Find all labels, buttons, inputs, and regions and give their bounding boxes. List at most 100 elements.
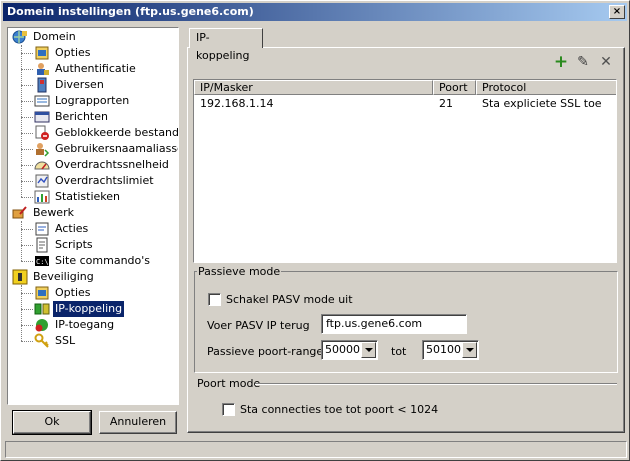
tree-item[interactable]: C:\ Site commando's: [34, 253, 152, 269]
messages-icon: [34, 109, 50, 125]
pasv-ip-label: Voer PASV IP terug: [207, 319, 310, 332]
tree-item-label: Lograpporten: [55, 94, 130, 107]
tree-item-label: Scripts: [55, 238, 93, 251]
authentication-icon: [34, 61, 50, 77]
port-range-from-select[interactable]: 50000: [321, 340, 378, 360]
tree-item[interactable]: Beveiliging: [12, 269, 96, 285]
tab-ip-binding[interactable]: IP-koppeling: [189, 28, 263, 62]
tree-item-label: IP-toegang: [55, 318, 115, 331]
tree-connector: [21, 85, 33, 86]
statistics-icon: [34, 189, 50, 205]
tree-connector: [21, 45, 22, 197]
list-header: IP/Masker Poort Protocol: [194, 80, 616, 95]
allow-low-ports-checkbox[interactable]: [222, 403, 235, 416]
settings-tree: Domein Opties Authentificatie Diversen Logra…: [7, 27, 179, 405]
tree-item[interactable]: Opties: [34, 45, 93, 61]
ssl-key-icon: [34, 333, 50, 349]
tree-item[interactable]: IP-koppeling: [34, 301, 125, 317]
tree-item-label: Overdrachtssnelheid: [55, 158, 169, 171]
chevron-down-icon[interactable]: [462, 342, 477, 358]
domain-globe-icon: [12, 29, 28, 45]
tree-item-label: Authentificatie: [55, 62, 136, 75]
passive-mode-title: Passieve mode: [197, 265, 282, 278]
ip-access-icon: [34, 317, 50, 333]
cell-port: 21: [439, 97, 453, 110]
misc-icon: [34, 77, 50, 93]
cancel-button[interactable]: Annuleren: [99, 411, 177, 434]
tree-item[interactable]: Geblokkeerde bestanden: [34, 125, 179, 141]
tree-connector: [21, 117, 33, 118]
options-icon: [34, 285, 50, 301]
tree-connector: [21, 101, 33, 102]
cell-ip-mask: 192.168.1.14: [200, 97, 274, 110]
tree-item[interactable]: Opties: [34, 285, 93, 301]
tree-connector: [21, 53, 33, 54]
chevron-down-icon[interactable]: [361, 342, 376, 358]
edit-icon[interactable]: ✎: [575, 54, 591, 70]
tree-item[interactable]: Gebruikersnaamaliassen: [34, 141, 179, 157]
tree-connector: [21, 133, 33, 134]
tree-item[interactable]: Authentificatie: [34, 61, 138, 77]
tree-connector: [21, 341, 33, 342]
transfer-speed-icon: [34, 157, 50, 173]
port-range-label: Passieve poort-range: [207, 345, 324, 358]
tree-connector: [21, 245, 33, 246]
edit-icon: [12, 205, 28, 221]
port-range-to-select[interactable]: 50100: [422, 340, 479, 360]
user-alias-icon: [34, 141, 50, 157]
tree-item[interactable]: Lograpporten: [34, 93, 131, 109]
tree-item[interactable]: Acties: [34, 221, 90, 237]
status-bar: [5, 441, 627, 458]
tree-item-label: Gebruikersnaamaliassen: [55, 142, 179, 155]
column-header-ip-mask[interactable]: IP/Masker: [194, 80, 433, 95]
tree-item[interactable]: Scripts: [34, 237, 95, 253]
tree-item-label: Berichten: [55, 110, 108, 123]
tree-item-label: IP-koppeling: [53, 301, 125, 317]
tree-item[interactable]: Statistieken: [34, 189, 122, 205]
disable-pasv-checkbox[interactable]: [208, 293, 221, 306]
transfer-limit-icon: [34, 173, 50, 189]
tree-item-label: Geblokkeerde bestanden: [55, 126, 179, 139]
tree-connector: [21, 221, 22, 261]
disable-pasv-label: Schakel PASV mode uit: [226, 293, 353, 306]
column-header-protocol[interactable]: Protocol: [476, 80, 616, 95]
tree-item[interactable]: Domein: [12, 29, 78, 45]
tree-item-label: Domein: [33, 30, 76, 43]
log-reports-icon: [34, 93, 50, 109]
tree-connector: [21, 165, 33, 166]
port-mode-divider: [255, 383, 617, 385]
tree-item[interactable]: Overdrachtslimiet: [34, 173, 156, 189]
tree-item-label: SSL: [55, 334, 76, 347]
tree-connector: [21, 309, 33, 310]
pasv-ip-input[interactable]: ftp.us.gene6.com: [321, 314, 467, 334]
tree-item[interactable]: IP-toegang: [34, 317, 116, 333]
window-title: Domein instellingen (ftp.us.gene6.com): [7, 5, 254, 18]
tree-connector: [21, 325, 33, 326]
port-range-to-label: tot: [391, 345, 407, 358]
allow-low-ports-label: Sta connecties toe tot poort < 1024: [240, 403, 439, 416]
title-bar[interactable]: Domein instellingen (ftp.us.gene6.com) ×: [3, 3, 627, 21]
ok-button[interactable]: Ok: [12, 410, 92, 435]
tree-item[interactable]: SSL: [34, 333, 77, 349]
tree-item[interactable]: Overdrachtssnelheid: [34, 157, 171, 173]
tree-item[interactable]: Berichten: [34, 109, 110, 125]
ip-binding-list[interactable]: IP/Masker Poort Protocol 192.168.1.14 21…: [193, 79, 617, 263]
blocked-files-icon: [34, 125, 50, 141]
tree-connector: [21, 285, 22, 341]
column-header-port[interactable]: Poort: [433, 80, 476, 95]
cell-protocol: Sta expliciete SSL toe: [482, 97, 602, 110]
close-button[interactable]: ×: [609, 5, 625, 19]
tree-item[interactable]: Bewerk: [12, 205, 76, 221]
tree-item[interactable]: Diversen: [34, 77, 106, 93]
actions-icon: [34, 221, 50, 237]
tree-connector: [21, 229, 33, 230]
port-range-from-value: 50000: [325, 343, 360, 356]
tree-connector: [21, 261, 33, 262]
port-mode-title: Poort mode: [197, 377, 261, 390]
tree-item-label: Site commando's: [55, 254, 151, 267]
add-icon[interactable]: +: [553, 54, 569, 71]
tree-connector: [21, 197, 33, 198]
tree-item-label: Overdrachtslimiet: [55, 174, 154, 187]
delete-icon[interactable]: ✕: [598, 54, 614, 70]
settings-dialog: Domein instellingen (ftp.us.gene6.com) ×…: [0, 0, 630, 461]
